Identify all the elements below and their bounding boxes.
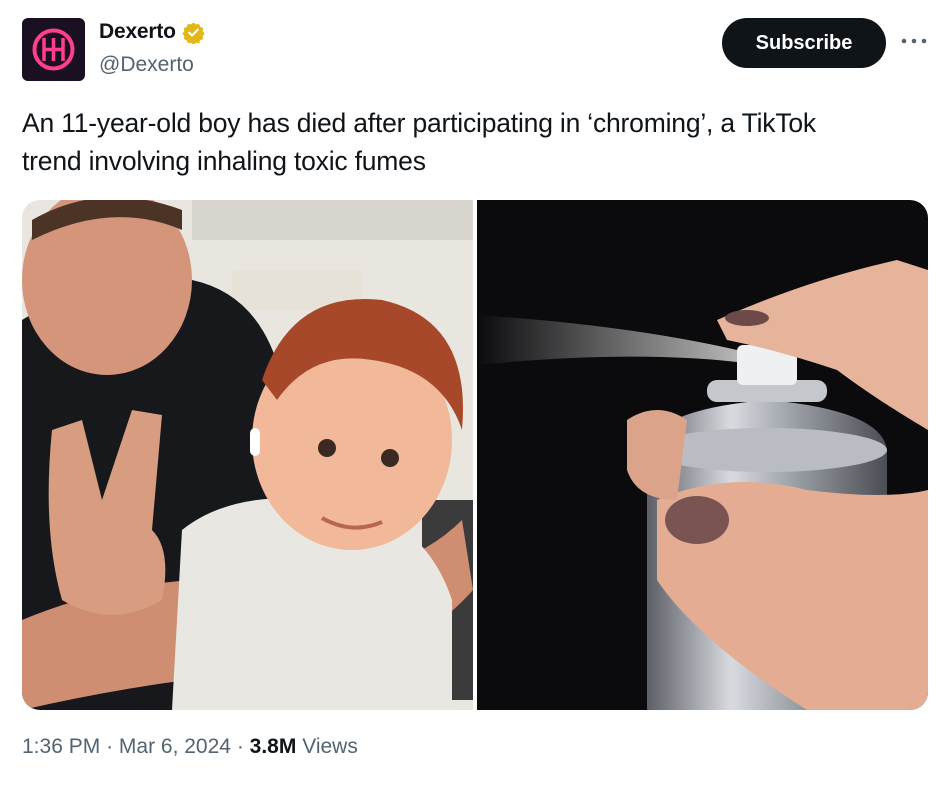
photo-spray-can[interactable] — [477, 200, 928, 710]
verified-badge-icon — [182, 21, 205, 44]
tweet-time[interactable]: 1:36 PM — [22, 735, 100, 758]
media-grid — [22, 200, 928, 710]
meta-separator: · — [106, 735, 114, 758]
tweet-date[interactable]: Mar 6, 2024 — [119, 735, 231, 758]
more-options-icon[interactable] — [898, 28, 930, 54]
tweet-text-line: trend involving inhaling toxic fumes — [22, 146, 426, 176]
tweet-meta: 1:36 PM · Mar 6, 2024 · 3.8M Views — [22, 735, 358, 759]
display-name[interactable]: Dexerto — [99, 20, 176, 44]
avatar[interactable] — [22, 18, 85, 81]
meta-separator: · — [236, 735, 244, 758]
subscribe-button[interactable]: Subscribe — [722, 18, 886, 68]
dexerto-logo-icon — [22, 18, 85, 81]
photo-man-and-boy[interactable] — [22, 200, 473, 710]
views-count: 3.8M — [249, 735, 297, 758]
tweet-text: An 11-year-old boy has died after partic… — [22, 104, 922, 180]
tweet-text-line: An 11-year-old boy has died after partic… — [22, 108, 816, 138]
handle[interactable]: @Dexerto — [99, 53, 194, 77]
views-label: Views — [302, 735, 358, 758]
